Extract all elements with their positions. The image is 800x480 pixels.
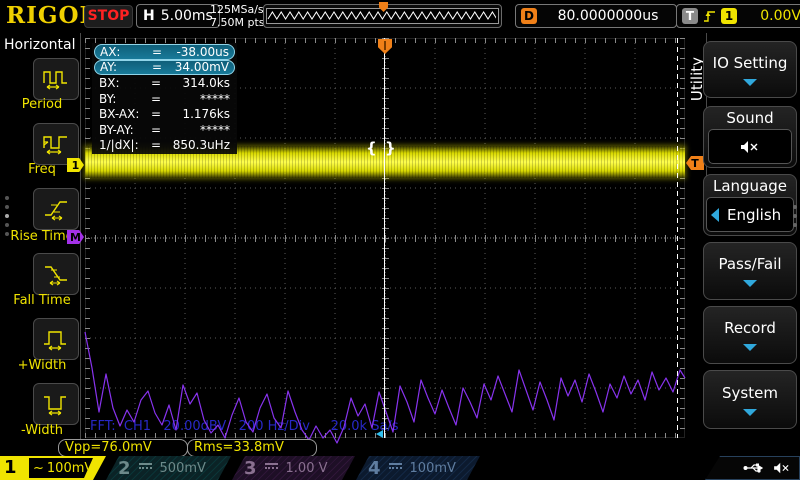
cursor-row-ax: AX: = -38.00us (94, 44, 235, 60)
channel-4-status[interactable]: 4 100mV (356, 456, 480, 480)
chevron-left-icon (711, 207, 719, 222)
cursor-a-line[interactable] (384, 38, 385, 438)
speaker-muted-icon (741, 140, 758, 153)
speaker-muted-icon (774, 462, 789, 474)
channel-status-bar: 1 ~ 100mV B 2 500mV 3 1.00 V 4 100mV (0, 456, 800, 480)
channel-2-status[interactable]: 2 500mV (106, 456, 231, 480)
menu-page-dot (793, 214, 797, 218)
sound-value-box (708, 129, 792, 164)
menu-record-button[interactable]: Record (703, 306, 797, 364)
cursor-row-ay: AY: = 34.00mV (94, 59, 235, 76)
menu-io-setting-button[interactable]: IO Setting (703, 41, 797, 98)
system-status-icons (705, 456, 800, 480)
cursor-row-by-ay: BY-AY: = ***** (99, 122, 230, 137)
cursor-measurement-panel: AX: = -38.00us AY: = 34.00mV BX: = 314.0… (92, 43, 237, 155)
channel-3-status[interactable]: 3 1.00 V (232, 456, 355, 480)
menu-page-dot (793, 205, 797, 209)
cursor-row-bx-ax: BX-AX: = 1.176ks (99, 107, 230, 122)
cursor-row-inv-dx: 1/|dX|: = 850.3uHz (99, 138, 230, 153)
ac-coupling-icon: ~ (33, 460, 44, 476)
bandwidth-limit-badge: B (97, 462, 105, 474)
dc-coupling-icon (389, 463, 402, 473)
fft-position-arrow-icon (376, 430, 383, 438)
channel-1-status[interactable]: 1 ~ 100mV B (0, 456, 106, 480)
language-value-box: English (706, 197, 794, 232)
chevron-down-icon (743, 78, 757, 86)
menu-page-dot (793, 223, 797, 227)
usb-icon (743, 463, 764, 473)
language-value: English (727, 205, 782, 224)
menu-system-button[interactable]: System (703, 370, 797, 429)
channel-4-scale: 100mV (409, 460, 456, 476)
menu-language-button[interactable]: Language English (703, 174, 797, 236)
menu-sound-button[interactable]: Sound (703, 106, 797, 168)
measurement-rms: Rms=33.8mV (187, 439, 317, 457)
channel-1-scale: 100mV (46, 460, 94, 476)
cursor-row-by: BY: = ***** (99, 91, 230, 106)
chevron-down-icon (743, 280, 757, 287)
dc-coupling-icon (139, 463, 152, 473)
measurement-vpp: Vpp=76.0mV (58, 439, 188, 457)
cursor-b-line[interactable] (677, 38, 678, 438)
cursor-row-bx: BX: = 314.0ks (99, 75, 230, 90)
channel-1-settings: ~ 100mV B (29, 458, 93, 478)
cursor-b-marker[interactable]: } (385, 139, 396, 157)
oscilloscope-screen: RIGOL STOP H 5.00ms 125MSa/s 7.50M pts D… (0, 0, 800, 480)
cursor-a-marker[interactable]: { (366, 139, 377, 157)
dc-coupling-icon (265, 463, 278, 473)
chevron-down-icon (743, 344, 757, 351)
channel-2-scale: 500mV (159, 460, 206, 476)
menu-pass-fail-button[interactable]: Pass/Fail (703, 242, 797, 300)
chevron-down-icon (743, 408, 757, 416)
channel-3-scale: 1.00 V (285, 460, 328, 476)
